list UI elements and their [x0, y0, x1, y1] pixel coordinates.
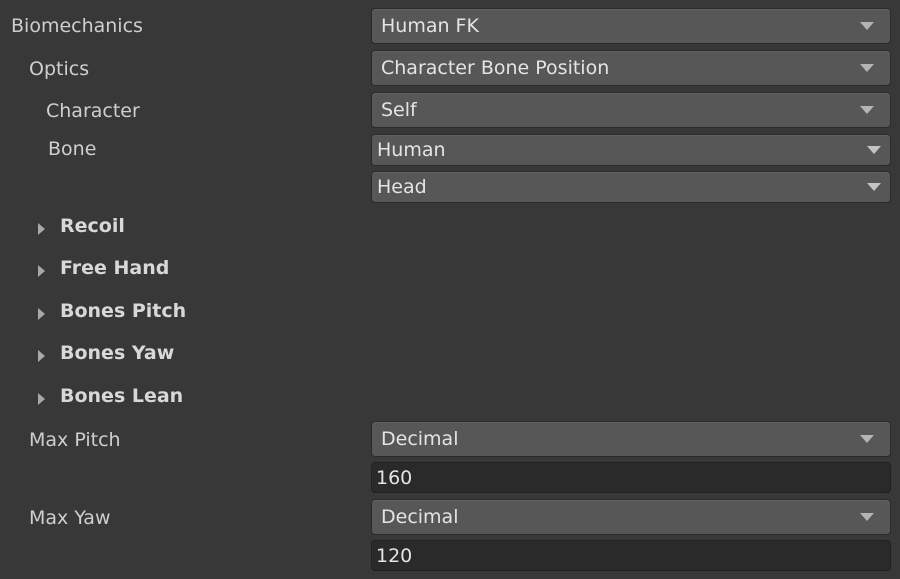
bone-dropdown[interactable]: Head: [371, 171, 891, 203]
foldout-label: Recoil: [60, 215, 125, 237]
chevron-down-icon: [867, 146, 881, 154]
triangle-right-icon: [38, 308, 45, 320]
max-yaw-label: Max Yaw: [29, 507, 111, 529]
triangle-right-icon: [38, 393, 45, 405]
max-yaw-type-value: Decimal: [381, 506, 459, 528]
character-label: Character: [46, 100, 140, 122]
foldout-label: Bones Pitch: [60, 300, 187, 322]
optics-value: Character Bone Position: [381, 57, 610, 79]
chevron-down-icon: [860, 106, 874, 114]
max-pitch-input[interactable]: 160: [371, 462, 891, 493]
max-yaw-input[interactable]: 120: [371, 540, 891, 571]
chevron-down-icon: [860, 435, 874, 443]
chevron-down-icon: [860, 513, 874, 521]
character-value: Self: [381, 99, 417, 121]
chevron-down-icon: [860, 64, 874, 72]
max-yaw-value: 120: [376, 545, 413, 567]
triangle-right-icon: [38, 350, 45, 362]
max-pitch-label: Max Pitch: [29, 429, 121, 451]
max-pitch-type-value: Decimal: [381, 428, 459, 450]
character-dropdown[interactable]: Self: [371, 92, 891, 128]
max-yaw-type-dropdown[interactable]: Decimal: [371, 499, 891, 535]
optics-label: Optics: [29, 58, 90, 80]
optics-dropdown[interactable]: Character Bone Position: [371, 50, 891, 86]
triangle-right-icon: [38, 265, 45, 277]
max-pitch-value: 160: [376, 467, 413, 489]
bone-label: Bone: [48, 138, 97, 160]
foldout-label: Free Hand: [60, 257, 170, 279]
bone-category-value: Human: [377, 139, 446, 161]
triangle-right-icon: [38, 223, 45, 235]
biomechanics-label: Biomechanics: [11, 15, 143, 37]
chevron-down-icon: [860, 22, 874, 30]
biomechanics-dropdown[interactable]: Human FK: [371, 8, 891, 44]
foldout-label: Bones Lean: [60, 385, 184, 407]
foldout-label: Bones Yaw: [60, 342, 175, 364]
bone-category-dropdown[interactable]: Human: [371, 134, 891, 166]
chevron-down-icon: [867, 183, 881, 191]
biomechanics-value: Human FK: [381, 15, 479, 37]
bone-value: Head: [377, 176, 427, 198]
max-pitch-type-dropdown[interactable]: Decimal: [371, 421, 891, 457]
